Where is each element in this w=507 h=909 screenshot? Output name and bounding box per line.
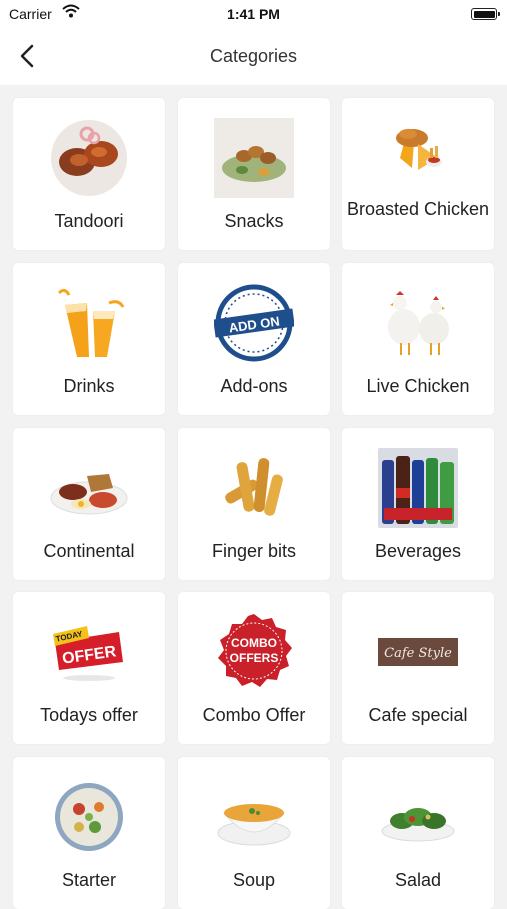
category-card-finger-bits[interactable]: Finger bits	[178, 428, 330, 580]
live-chicken-image	[388, 291, 449, 355]
snacks-plate-image	[214, 118, 294, 198]
category-card-salad[interactable]: Salad	[342, 757, 494, 909]
todays-offer-badge-image: TODAY OFFER	[53, 626, 123, 681]
category-label: Starter	[61, 870, 117, 890]
category-card-broasted-chicken[interactable]: Broasted Chicken	[342, 98, 494, 250]
beverages-bottles-image	[378, 448, 458, 528]
tandoori-chicken-image	[51, 120, 127, 196]
status-time: 1:41 PM	[227, 6, 280, 22]
cafe-style-sign-image: Cafe Style	[378, 638, 458, 666]
add-on-badge-image: ADD ON	[214, 284, 294, 362]
status-bar: Carrier 1:41 PM	[0, 0, 507, 28]
category-card-live-chicken[interactable]: Live Chicken	[342, 263, 494, 415]
category-label: Finger bits	[211, 541, 297, 561]
category-card-snacks[interactable]: Snacks	[178, 98, 330, 250]
category-card-tandoori[interactable]: Tandoori	[13, 98, 165, 250]
category-card-starter[interactable]: Starter	[13, 757, 165, 909]
soup-bowl-image	[217, 804, 291, 846]
broasted-chicken-image	[396, 128, 442, 170]
salad-bowl-image	[381, 808, 455, 842]
combo-badge-top-text: COMBO	[231, 636, 277, 650]
starter-salad-image	[55, 783, 123, 851]
category-label: Salad	[394, 870, 442, 890]
category-card-add-ons[interactable]: ADD ON Add-ons	[178, 263, 330, 415]
category-label: Tandoori	[54, 211, 124, 231]
finger-bits-image	[225, 458, 283, 516]
category-label: Beverages	[374, 541, 462, 561]
category-label: Soup	[232, 870, 276, 890]
category-label: Drinks	[63, 376, 115, 396]
drinks-glasses-image	[57, 288, 125, 357]
category-card-beverages[interactable]: Beverages	[342, 428, 494, 580]
navigation-bar: Categories	[0, 28, 507, 85]
category-card-cafe-special[interactable]: Cafe Style Cafe special	[342, 592, 494, 744]
combo-badge-main-text: OFFERS	[230, 651, 279, 665]
category-card-combo-offer[interactable]: COMBO OFFERS Combo Offer	[178, 592, 330, 744]
category-card-drinks[interactable]: Drinks	[13, 263, 165, 415]
cafe-sign-text: Cafe Style	[384, 646, 452, 661]
category-label: Broasted Chicken	[346, 199, 490, 219]
category-label: Cafe special	[368, 705, 468, 725]
page-title: Categories	[209, 46, 298, 66]
combo-offers-badge-image: COMBO OFFERS	[218, 614, 292, 687]
category-label: Combo Offer	[202, 705, 306, 725]
category-label: Continental	[43, 541, 135, 561]
category-card-todays-offer[interactable]: TODAY OFFER Todays offer	[13, 592, 165, 744]
category-label: Snacks	[224, 211, 284, 231]
category-card-soup[interactable]: Soup	[178, 757, 330, 909]
continental-breakfast-image	[50, 474, 128, 515]
category-label: Todays offer	[40, 705, 138, 725]
category-label: Live Chicken	[366, 376, 470, 396]
battery-icon	[471, 8, 500, 20]
category-card-continental[interactable]: Continental	[13, 428, 165, 580]
category-label: Add-ons	[220, 376, 288, 396]
